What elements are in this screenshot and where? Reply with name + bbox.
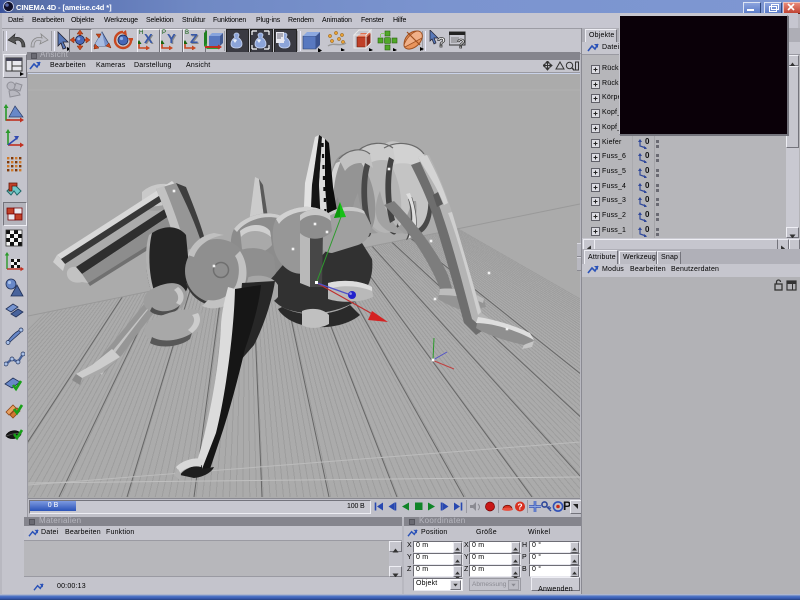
svg-text:?: ? <box>517 502 522 512</box>
svg-text:?: ? <box>457 36 465 51</box>
svg-text:?: ? <box>437 34 446 50</box>
